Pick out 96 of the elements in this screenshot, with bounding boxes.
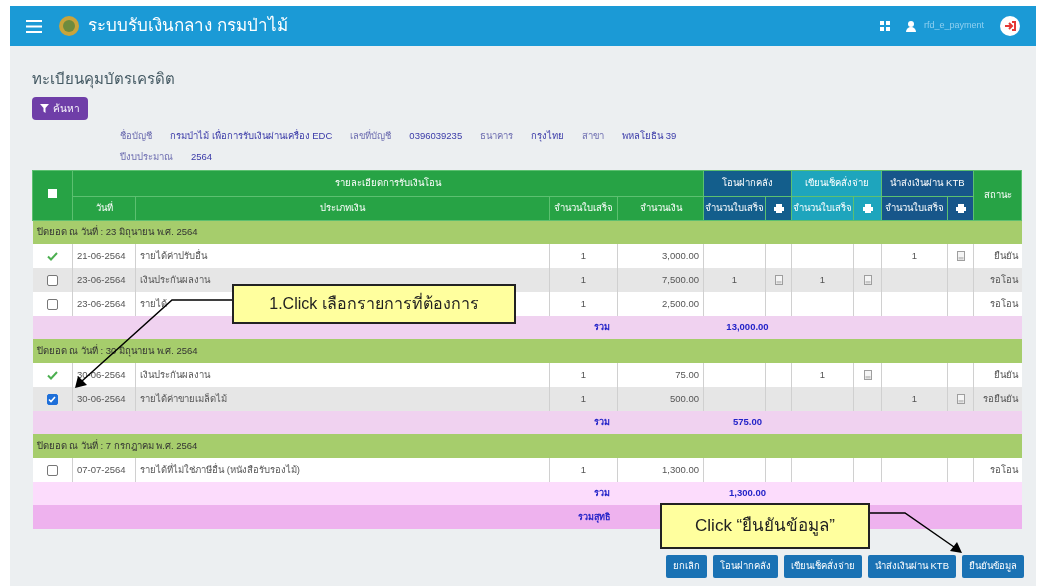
status-cell: ยืนยัน bbox=[973, 363, 1022, 387]
receipt-count: 1 bbox=[580, 392, 587, 404]
amount-text: 1,300.00 bbox=[662, 463, 699, 475]
group-heading: ปิดยอด ณ วันที่ : 30 มิถุนายน พ.ศ. 2564 bbox=[36, 344, 198, 356]
column-header: รายละเอียดการรับเงินโอน bbox=[72, 170, 704, 196]
status-cell: รอยืนยัน bbox=[973, 387, 1022, 411]
receipt-count: 1 bbox=[731, 273, 738, 285]
emblem-icon bbox=[58, 15, 80, 37]
field-label: สาขา bbox=[582, 129, 605, 144]
income-type: รายได้ bbox=[140, 297, 167, 309]
table-row[interactable]: 23-06-2564 เงินประกันผลงาน 1 7,500.00 1 1 รอโอน bbox=[32, 268, 1022, 292]
group-heading: ปิดยอด ณ วันที่ : 7 กรกฎาคม พ.ศ. 2564 bbox=[36, 439, 198, 451]
menu-icon[interactable] bbox=[26, 19, 42, 33]
app-title: ระบบรับเงินกลาง กรมป่าไม้ bbox=[88, 14, 288, 38]
grand-total-label: รวมสุทธิ bbox=[577, 511, 610, 522]
column-header: โอนฝากคลัง bbox=[703, 170, 792, 196]
printer-icon bbox=[862, 203, 873, 213]
receipt-count: 1 bbox=[911, 249, 918, 261]
receipt-count: 1 bbox=[819, 368, 826, 380]
callout-note: Click “ยืนยันข้อมูล” bbox=[660, 503, 870, 549]
subtotal-label: รวม bbox=[593, 488, 610, 499]
amount-text: 3,000.00 bbox=[662, 249, 699, 261]
field-value: พหลโยธิน 39 bbox=[622, 129, 677, 144]
field-label: ปีงบประมาณ bbox=[120, 150, 173, 165]
document-icon[interactable] bbox=[774, 275, 783, 286]
income-type: รายได้ค่าขายเมล็ดไม้ bbox=[140, 392, 227, 404]
check-icon bbox=[46, 370, 58, 380]
subtotal-label: รวม bbox=[593, 417, 610, 428]
document-icon[interactable] bbox=[863, 275, 872, 286]
status-cell: ยืนยัน bbox=[973, 244, 1022, 268]
date-text: 23-06-2564 bbox=[77, 297, 126, 309]
field-value: กรุงไทย bbox=[531, 129, 565, 144]
receipt-count: 1 bbox=[580, 249, 587, 261]
receipt-count: 1 bbox=[580, 273, 587, 285]
action-button[interactable]: นำส่งเงินผ่าน KTB bbox=[867, 555, 956, 578]
amount-text: 500.00 bbox=[669, 392, 699, 404]
document-icon[interactable] bbox=[956, 394, 965, 405]
action-button[interactable]: เขียนเช็คสั่งจ่าย bbox=[783, 555, 862, 578]
receipt-count: 1 bbox=[580, 463, 587, 475]
subtotal-label: รวม bbox=[593, 322, 610, 333]
receipt-count: 1 bbox=[819, 273, 826, 285]
column-header: เขียนเช็คสั่งจ่าย bbox=[791, 170, 882, 196]
action-button[interactable]: โอนฝากคลัง bbox=[712, 555, 778, 578]
amount-text: 75.00 bbox=[675, 368, 699, 380]
table-row[interactable]: 21-06-2564 รายได้ค่าปรับอื่น 1 3,000.00 1 ยืนยัน bbox=[32, 244, 1022, 268]
group-heading: ปิดยอด ณ วันที่ : 23 มิถุนายน พ.ศ. 2564 bbox=[36, 226, 198, 238]
user-icon bbox=[905, 20, 916, 32]
table-row[interactable]: 07-07-2564 รายได้ที่ไม่ใช่ภาษีอื่น (หนังสือรับรองไม้) 1 1,300.00 รอโอน bbox=[32, 458, 1022, 482]
receipt-count: 1 bbox=[911, 392, 918, 404]
select-all-checkbox[interactable] bbox=[48, 188, 57, 198]
row-checkbox[interactable] bbox=[46, 464, 58, 476]
column-header: จำนวนเงิน bbox=[617, 196, 704, 220]
date-text: 21-06-2564 bbox=[77, 249, 126, 261]
check-icon bbox=[46, 251, 58, 261]
date-text: 23-06-2564 bbox=[77, 273, 126, 285]
table-row[interactable]: 30-06-2564 รายได้ค่าขายเมล็ดไม้ 1 500.00 1 รอยืนยัน bbox=[32, 387, 1022, 411]
date-text: 07-07-2564 bbox=[77, 463, 126, 475]
field-value: 2564 bbox=[191, 150, 213, 165]
printer-icon bbox=[773, 203, 784, 213]
field-value: กรมป่าไม้ เพื่อการรับเงินผ่านเครื่อง EDC bbox=[170, 129, 333, 144]
column-header: ประเภทเงิน bbox=[135, 196, 550, 220]
income-type: รายได้ค่าปรับอื่น bbox=[140, 249, 207, 261]
subtotal-amount: 13,000.00 bbox=[726, 321, 769, 333]
grid-icon[interactable] bbox=[879, 21, 890, 31]
amount-text: 7,500.00 bbox=[662, 273, 699, 285]
column-header: สถานะ bbox=[973, 170, 1022, 220]
filter-icon bbox=[40, 103, 49, 113]
document-icon[interactable] bbox=[863, 370, 872, 381]
income-type: เงินประกันผลงาน bbox=[140, 273, 210, 285]
search-button[interactable]: ค้นหา bbox=[32, 96, 88, 120]
column-header: นำส่งเงินผ่าน KTB bbox=[881, 170, 974, 196]
receipt-count: 1 bbox=[580, 368, 587, 380]
row-checkbox[interactable] bbox=[46, 274, 58, 286]
status-cell: รอโอน bbox=[973, 268, 1022, 292]
printer-icon bbox=[955, 203, 966, 213]
field-label: ชื่อบัญชี bbox=[120, 129, 152, 144]
amount-text: 2,500.00 bbox=[662, 297, 699, 309]
field-label: เลขที่บัญชี bbox=[350, 129, 392, 144]
receipt-count: 1 bbox=[580, 297, 587, 309]
callout-note: 1.Click เลือกรายการที่ต้องการ bbox=[232, 284, 516, 324]
action-button[interactable]: ยกเลิก bbox=[665, 555, 707, 578]
document-icon[interactable] bbox=[956, 251, 965, 262]
date-text: 30-06-2564 bbox=[77, 392, 126, 404]
field-value: 0396039235 bbox=[409, 129, 463, 144]
subtotal-amount: 575.00 bbox=[732, 416, 763, 428]
row-checkbox[interactable] bbox=[46, 298, 58, 310]
status-cell: รอโอน bbox=[973, 458, 1022, 482]
income-type: เงินประกันผลงาน bbox=[140, 368, 210, 380]
page-title: ทะเบียนคุมบัตรเครดิต bbox=[32, 69, 176, 91]
action-button[interactable]: ยืนยันข้อมูล bbox=[962, 555, 1024, 578]
status-cell: รอโอน bbox=[973, 292, 1022, 316]
subtotal-amount: 1,300.00 bbox=[729, 487, 766, 499]
row-checkbox[interactable] bbox=[46, 393, 58, 405]
income-type: รายได้ที่ไม่ใช่ภาษีอื่น (หนังสือรับรองไม้) bbox=[140, 463, 300, 475]
field-label: ธนาคาร bbox=[480, 129, 514, 144]
logout-icon[interactable] bbox=[1000, 16, 1020, 36]
